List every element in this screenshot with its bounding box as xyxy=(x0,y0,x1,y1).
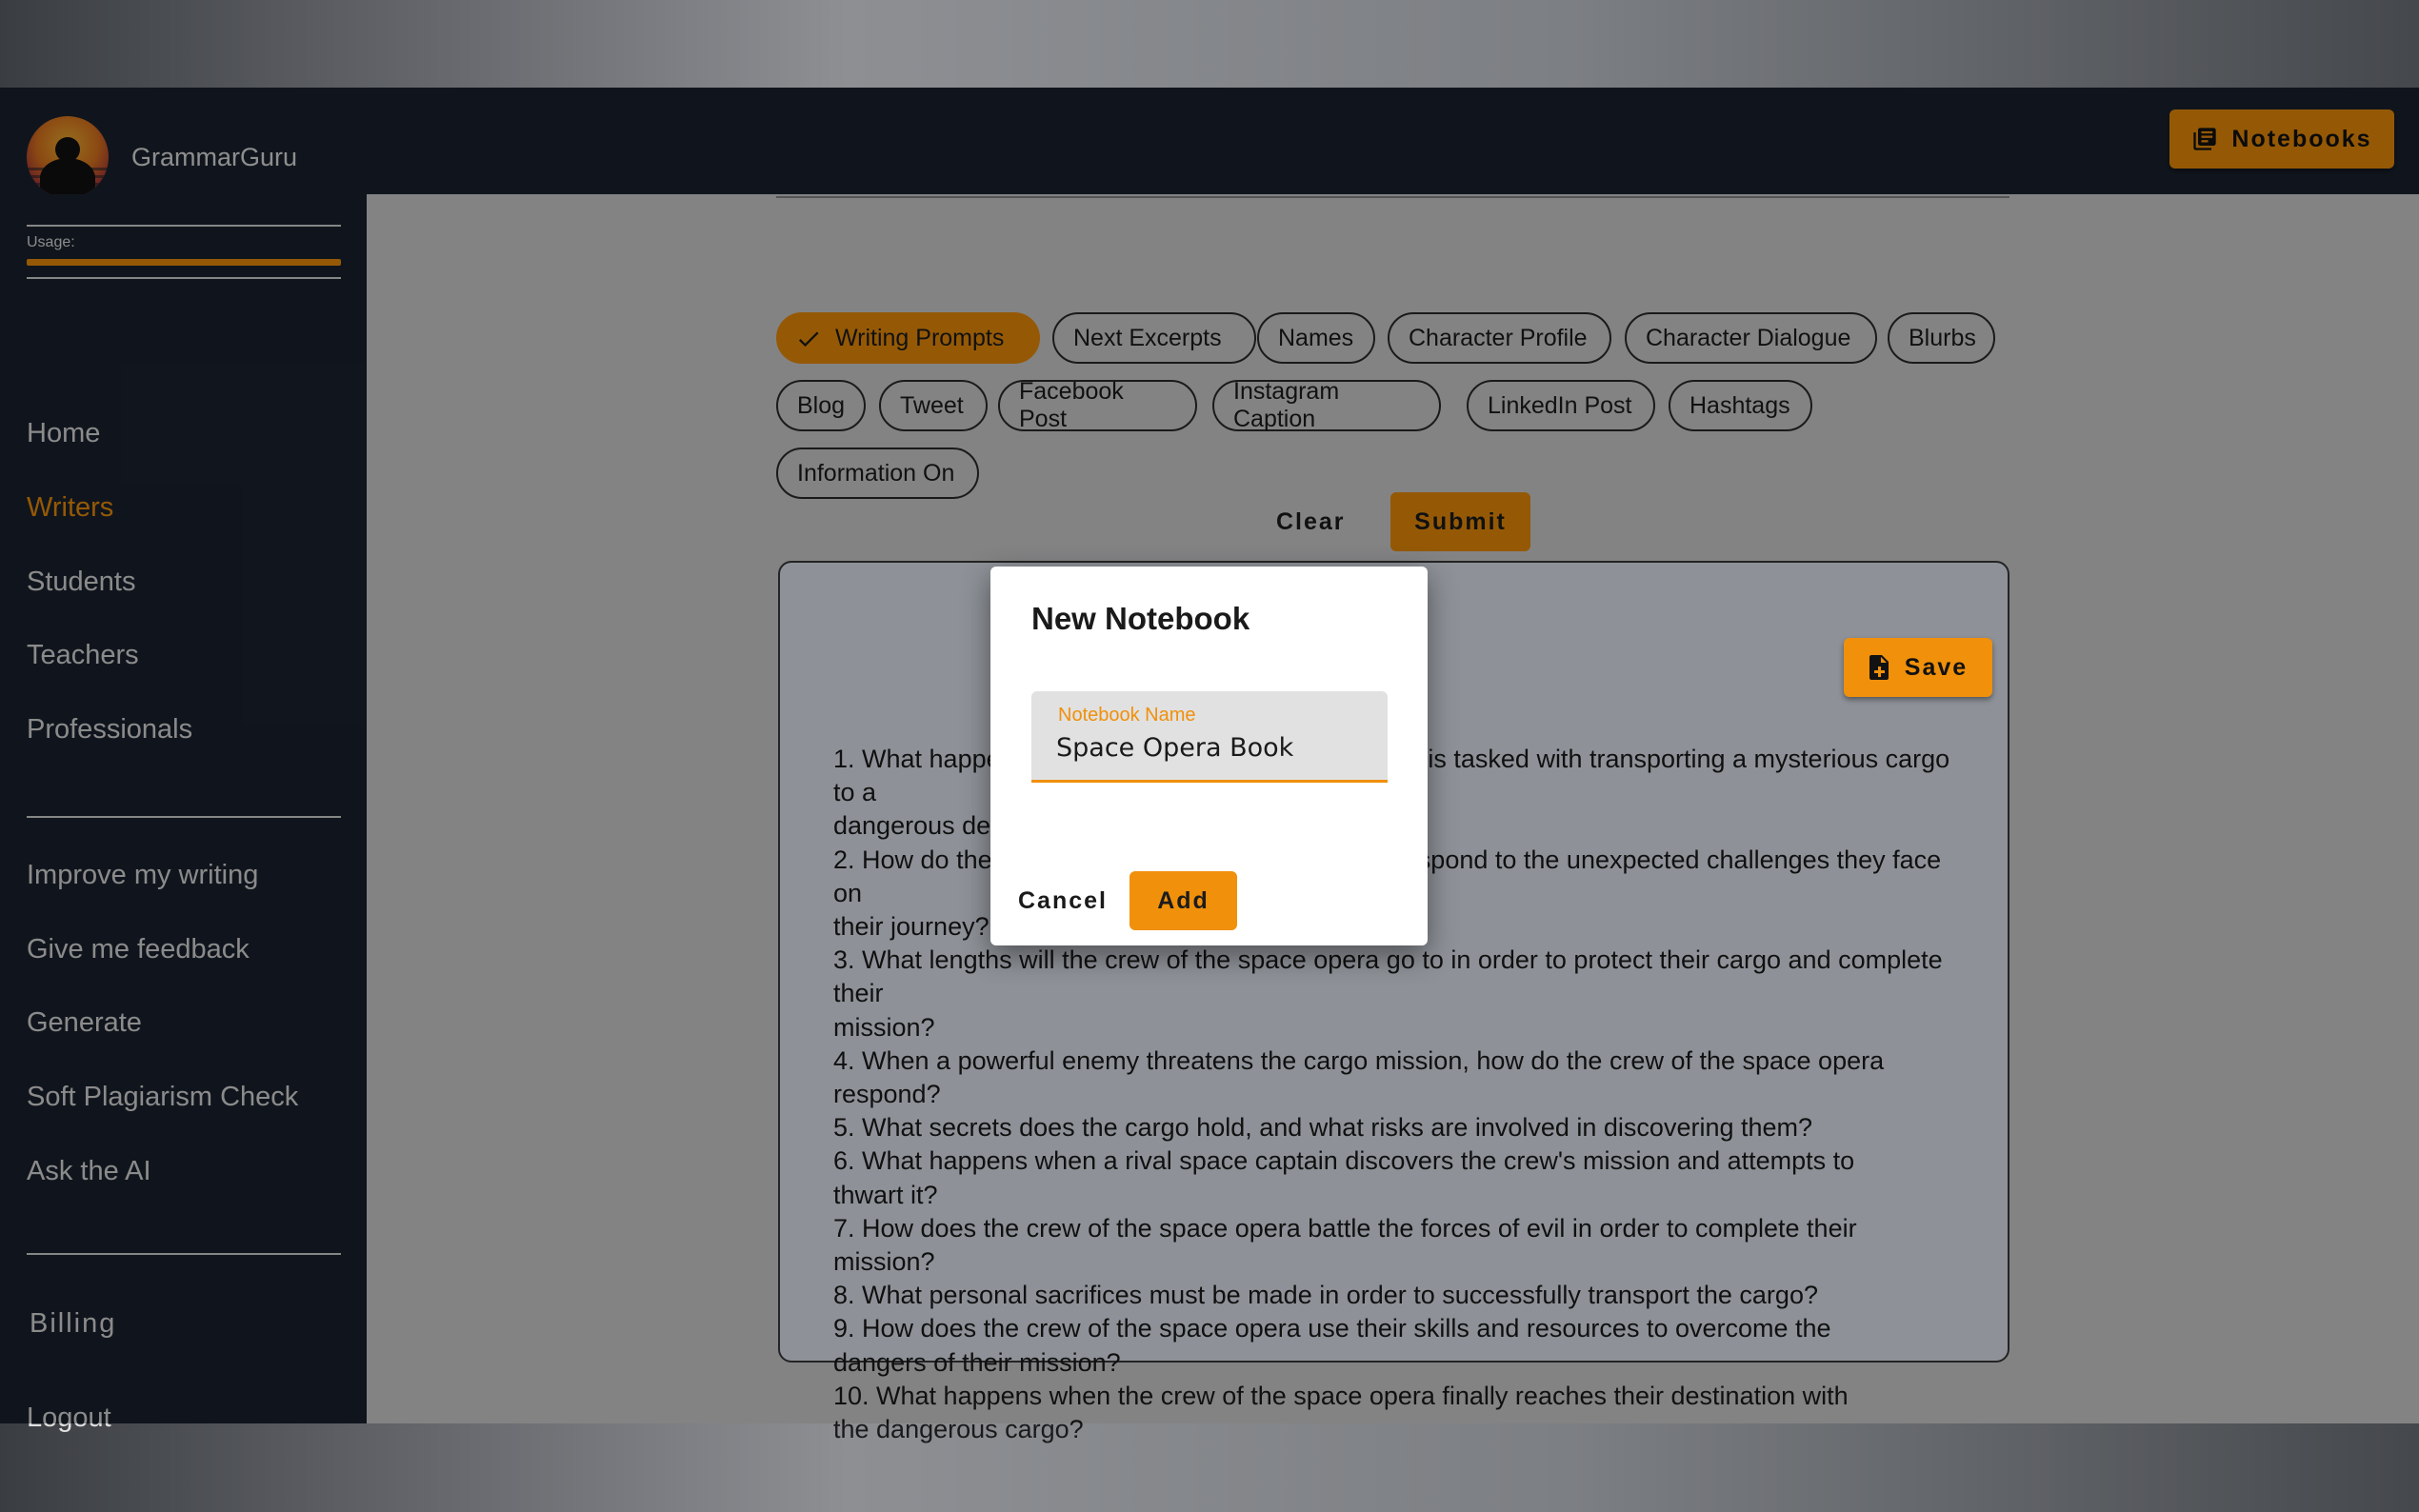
cancel-button[interactable]: Cancel xyxy=(1018,887,1108,915)
app-window: GrammarGuru Notebooks Usage: Home Writer… xyxy=(0,88,2419,1443)
new-notebook-dialog: New Notebook Notebook Name Cancel Add xyxy=(990,567,1428,945)
notebook-name-field[interactable]: Notebook Name xyxy=(1031,691,1388,783)
file-add-icon xyxy=(1869,655,1889,680)
field-label: Notebook Name xyxy=(1058,705,1196,726)
save-label: Save xyxy=(1904,653,1969,681)
save-button[interactable]: Save xyxy=(1844,638,1992,697)
field-underline xyxy=(1031,780,1388,783)
notebook-name-input[interactable] xyxy=(1056,733,1370,763)
add-button[interactable]: Add xyxy=(1130,871,1237,930)
dialog-title: New Notebook xyxy=(1031,601,1250,636)
